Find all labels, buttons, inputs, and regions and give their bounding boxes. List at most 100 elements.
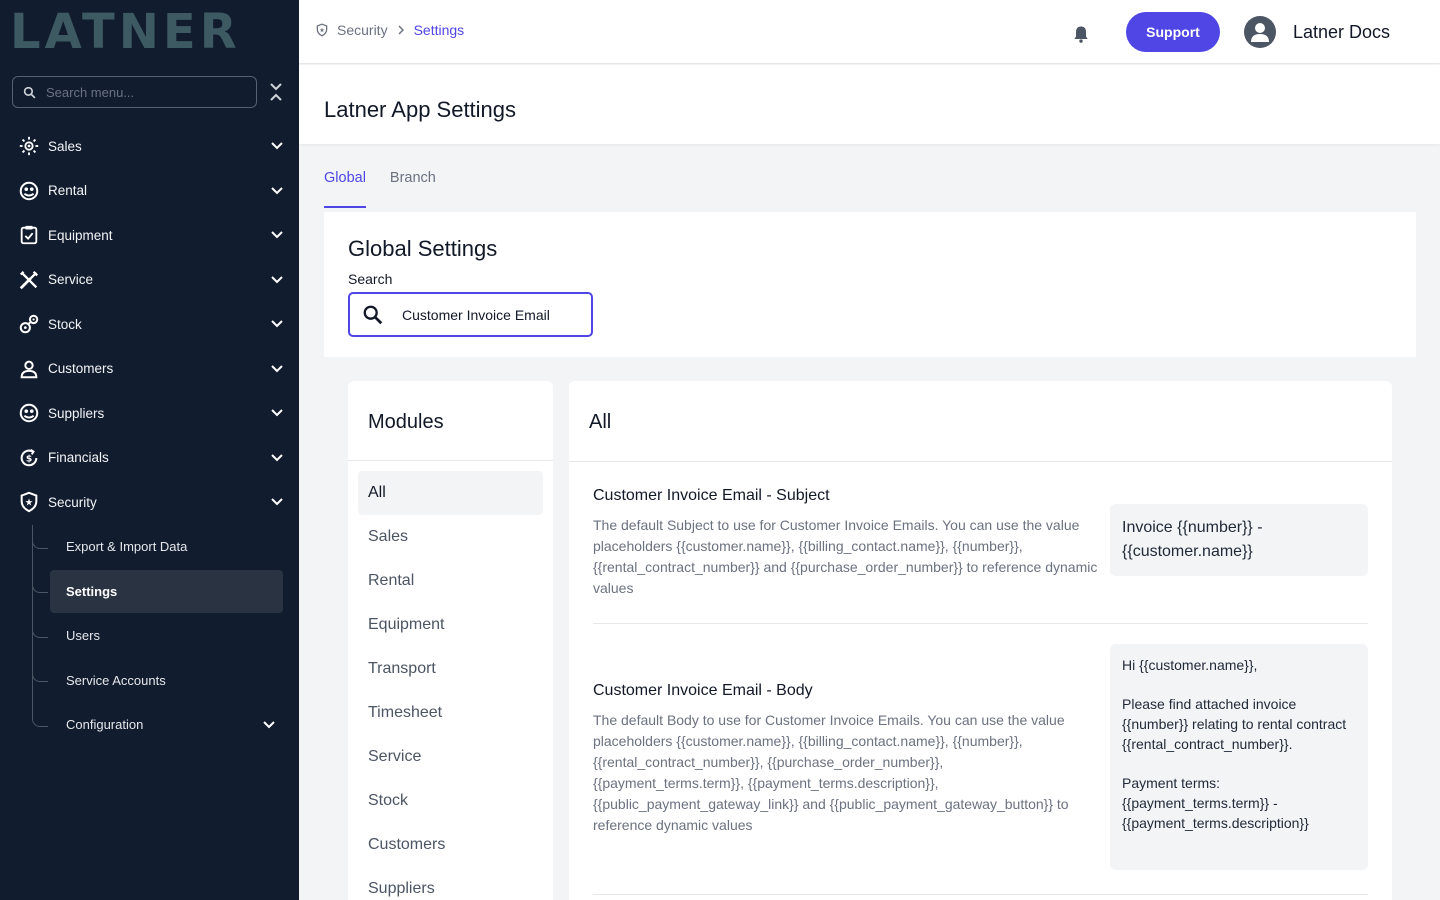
settings-search-input[interactable]	[402, 306, 582, 323]
setting-row: Customer Invoice Email - Subject The def…	[593, 487, 1368, 599]
sidebar-item-sales[interactable]: Sales	[0, 124, 299, 169]
global-settings-title: Global Settings	[348, 236, 498, 261]
setting-description: The default Subject to use for Customer …	[593, 517, 1098, 596]
settings-search[interactable]	[348, 292, 593, 337]
search-label: Search	[348, 271, 393, 287]
suppliers-icon	[18, 402, 40, 424]
page-header: Latner App Settings	[299, 65, 1440, 144]
user-name[interactable]: Latner Docs	[1293, 22, 1390, 43]
sidebar-item-equipment[interactable]: Equipment	[0, 213, 299, 258]
chevron-down-icon	[271, 142, 283, 150]
sidebar-item-customers[interactable]: Customers	[0, 347, 299, 392]
setting-row: Customer Invoice Email - Body The defaul…	[593, 644, 1368, 870]
top-bar: Security Settings Support Latner Docs	[299, 0, 1440, 64]
shield-icon	[316, 23, 328, 37]
service-icon	[18, 269, 40, 291]
financials-icon: $	[18, 447, 40, 469]
sidebar-subitem-label: Settings	[66, 583, 118, 599]
logo-text: LATNER	[10, 4, 241, 60]
sidebar-subitem-label: Users	[66, 628, 100, 644]
page-title: Latner App Settings	[324, 97, 517, 122]
module-timesheet[interactable]: Timesheet	[358, 691, 543, 735]
rental-icon	[18, 180, 40, 202]
submenu-connector	[32, 627, 48, 638]
sidebar-item-label: Customers	[48, 361, 114, 377]
stock-icon	[18, 313, 40, 335]
sidebar-nav: Sales Rental Equipment Service Stock Cus…	[0, 124, 299, 747]
settings-list-panel: All Customer Invoice Email - Subject The…	[569, 381, 1392, 900]
settings-tabs: Global Branch	[324, 170, 460, 208]
sidebar-item-label: Equipment	[48, 227, 113, 243]
latner-logo[interactable]: LATNER	[10, 4, 280, 60]
sidebar-subitem-configuration[interactable]: Configuration	[0, 703, 299, 748]
sidebar-item-label: Service	[48, 272, 94, 288]
sidebar-subitem-export-import[interactable]: Export & Import Data	[0, 525, 299, 570]
breadcrumb-security[interactable]: Security	[337, 22, 388, 38]
divider	[593, 623, 1368, 624]
module-stock[interactable]: Stock	[358, 779, 543, 823]
sidebar-item-suppliers[interactable]: Suppliers	[0, 391, 299, 436]
equipment-icon	[18, 224, 40, 246]
setting-description: The default Body to use for Customer Inv…	[593, 712, 1069, 833]
chevron-down-icon	[271, 454, 283, 462]
support-button[interactable]: Support	[1126, 12, 1220, 52]
sidebar-item-label: Financials	[48, 450, 109, 466]
sidebar-item-label: Stock	[48, 316, 82, 332]
sidebar-subitem-label: Export & Import Data	[66, 539, 188, 555]
sidebar: LATNER Sales Rental Equipment Service	[0, 0, 299, 900]
module-rental[interactable]: Rental	[358, 559, 543, 603]
module-all[interactable]: All	[358, 471, 543, 515]
tab-branch[interactable]: Branch	[390, 170, 436, 206]
global-settings-panel: Global Settings Search	[324, 212, 1416, 357]
setting-name: Customer Invoice Email - Subject	[593, 487, 830, 504]
user-icon	[1251, 23, 1269, 42]
chevron-down-icon	[271, 231, 283, 239]
chevron-right-icon	[398, 25, 404, 35]
chevron-down-icon	[271, 409, 283, 417]
sidebar-item-financials[interactable]: $ Financials	[0, 436, 299, 481]
chevron-down-icon	[263, 721, 275, 729]
bell-icon[interactable]	[1071, 24, 1091, 44]
sidebar-item-stock[interactable]: Stock	[0, 302, 299, 347]
sidebar-subitem-service-accounts[interactable]: Service Accounts	[0, 658, 299, 703]
module-suppliers[interactable]: Suppliers	[358, 867, 543, 900]
sidebar-subitem-users[interactable]: Users	[0, 614, 299, 659]
svg-text:$: $	[26, 453, 32, 464]
chevron-down-icon	[271, 276, 283, 284]
sidebar-subitem-label: Service Accounts	[66, 672, 166, 688]
avatar[interactable]	[1244, 16, 1276, 48]
sidebar-search-input[interactable]	[46, 84, 236, 100]
customers-icon	[18, 358, 40, 380]
breadcrumb-settings[interactable]: Settings	[414, 22, 465, 38]
sidebar-item-label: Sales	[48, 138, 82, 154]
submenu-connector	[32, 583, 48, 593]
submenu-connector	[32, 672, 48, 682]
security-submenu: Export & Import Data Settings Users Serv…	[0, 524, 299, 748]
sidebar-subitem-settings[interactable]: Settings	[0, 569, 299, 614]
collapse-sidebar-icon[interactable]	[268, 82, 284, 102]
module-transport[interactable]: Transport	[358, 647, 543, 691]
module-sales[interactable]: Sales	[358, 515, 543, 559]
search-icon	[363, 305, 383, 324]
shield-icon	[18, 491, 40, 513]
sidebar-item-rental[interactable]: Rental	[0, 169, 299, 214]
sidebar-search[interactable]	[12, 76, 257, 108]
breadcrumb: Security Settings	[315, 22, 464, 38]
sidebar-item-label: Security	[48, 494, 97, 510]
chevron-down-icon	[271, 365, 283, 373]
setting-value[interactable]: Invoice {{number}} - {{customer.name}}	[1110, 504, 1368, 576]
module-service[interactable]: Service	[358, 735, 543, 779]
module-customers[interactable]: Customers	[358, 823, 543, 867]
module-equipment[interactable]: Equipment	[358, 603, 543, 647]
submenu-connector	[32, 538, 48, 549]
chevron-down-icon	[271, 498, 283, 506]
divider	[593, 894, 1368, 895]
sidebar-item-label: Rental	[48, 183, 88, 199]
sidebar-subitem-label: Configuration	[66, 717, 144, 733]
setting-value[interactable]: Hi {{customer.name}}, Please find attach…	[1110, 644, 1368, 870]
modules-panel: Modules All Sales Rental Equipment Trans…	[348, 381, 553, 900]
sidebar-item-service[interactable]: Service	[0, 258, 299, 303]
modules-list: All Sales Rental Equipment Transport Tim…	[348, 461, 553, 900]
tab-global[interactable]: Global	[324, 170, 366, 208]
sidebar-item-security[interactable]: Security	[0, 480, 299, 525]
